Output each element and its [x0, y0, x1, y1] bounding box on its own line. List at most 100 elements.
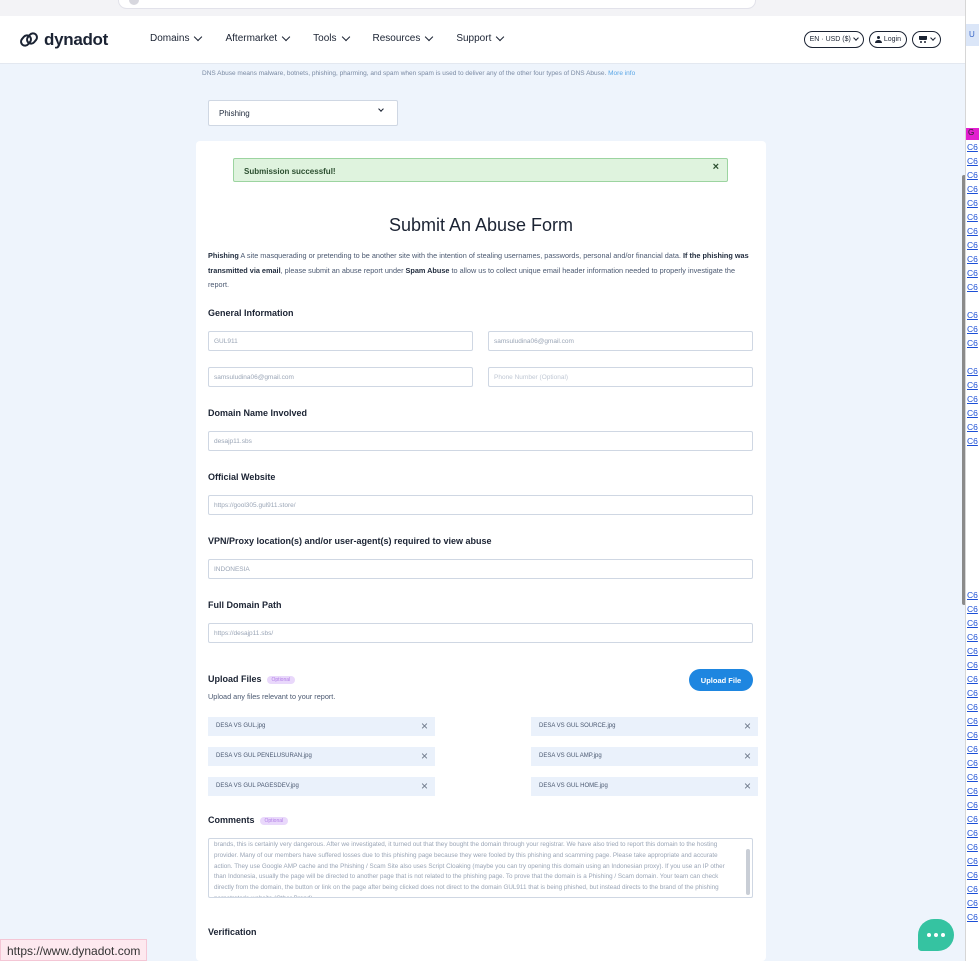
close-icon[interactable]: × [744, 779, 751, 793]
side-panel-link[interactable]: C6 [967, 884, 978, 894]
side-panel-tab[interactable]: U [966, 24, 979, 46]
side-panel-link[interactable]: C6 [967, 870, 978, 880]
side-panel-link[interactable]: C6 [967, 184, 978, 194]
dns-abuse-notice: DNS Abuse means malware, botnets, phishi… [202, 70, 635, 77]
side-panel-link[interactable]: C6 [967, 142, 978, 152]
upload-heading: Upload Files Optional [208, 674, 296, 684]
domain-path-field[interactable]: https://desajp11.sbs/ [208, 623, 753, 643]
chevron-down-icon [378, 106, 384, 112]
chevron-down-icon [930, 35, 936, 41]
phone-field[interactable]: Phone Number (Optional) [488, 367, 753, 387]
side-panel-link[interactable]: C6 [967, 828, 978, 838]
language-currency-button[interactable]: EN · USD ($) [803, 31, 864, 48]
chat-button[interactable] [918, 919, 954, 951]
close-icon[interactable]: × [744, 719, 751, 733]
login-button[interactable]: Login [868, 31, 907, 48]
side-panel-link[interactable]: C6 [967, 436, 978, 446]
side-panel-link[interactable]: C6 [967, 282, 978, 292]
side-panel-link[interactable]: C6 [967, 240, 978, 250]
comments-textarea[interactable]: brands, this is certainly very dangerous… [208, 838, 753, 898]
side-panel-link[interactable]: C6 [967, 380, 978, 390]
name-field[interactable]: GUL911 [208, 331, 473, 351]
upload-label: Upload Files [208, 674, 262, 684]
side-panel-link[interactable]: C6 [967, 422, 978, 432]
nav-tools[interactable]: Tools [313, 32, 350, 44]
side-panel-link[interactable]: C6 [967, 674, 978, 684]
nav-support-label: Support [456, 33, 492, 44]
intro-text-1: A site masquerading or pretending to be … [238, 251, 683, 260]
side-panel-link[interactable]: C6 [967, 800, 978, 810]
file-name: DESA VS GUL AMP.jpg [539, 753, 602, 759]
abuse-form-card: Submission successful! × Submit An Abuse… [196, 141, 766, 961]
notice-text: DNS Abuse means malware, botnets, phishi… [202, 70, 607, 77]
side-panel-link[interactable]: C6 [967, 772, 978, 782]
nav-resources[interactable]: Resources [373, 32, 434, 44]
side-panel-link[interactable]: C6 [967, 268, 978, 278]
alert-text: Submission successful! [244, 167, 336, 176]
nav-domains[interactable]: Domains [150, 32, 203, 44]
close-icon[interactable]: × [421, 749, 428, 763]
abuse-type-select[interactable]: Phishing [208, 100, 398, 126]
side-panel-link[interactable]: C6 [967, 394, 978, 404]
side-panel-link[interactable]: C6 [967, 338, 978, 348]
side-panel-link[interactable]: C6 [967, 814, 978, 824]
close-icon[interactable]: × [421, 779, 428, 793]
side-panel-link[interactable]: C6 [967, 212, 978, 222]
side-panel-link[interactable]: C6 [967, 688, 978, 698]
side-panel-link[interactable]: C6 [967, 660, 978, 670]
vpn-field[interactable]: INDONESIA [208, 559, 753, 579]
nav-support[interactable]: Support [456, 32, 505, 44]
side-panel-link[interactable]: C6 [967, 744, 978, 754]
side-panel-link[interactable]: C6 [967, 310, 978, 320]
side-panel-link[interactable]: C6 [967, 366, 978, 376]
chevron-down-icon [853, 35, 859, 41]
side-panel-link[interactable]: C6 [967, 716, 978, 726]
file-name: DESA VS GUL PENELUSURAN.jpg [216, 753, 312, 759]
main-nav: Domains Aftermarket Tools Resources Supp… [150, 32, 527, 44]
dynadot-logo[interactable]: dynadot [17, 30, 109, 50]
chevron-down-icon [194, 32, 203, 42]
side-panel-link[interactable]: C6 [967, 226, 978, 236]
side-panel-link[interactable]: C6 [967, 170, 978, 180]
side-panel-link[interactable]: C6 [967, 590, 978, 600]
website-field[interactable]: https://gool305.gul911.store/ [208, 495, 753, 515]
browser-address-pill[interactable] [118, 0, 756, 9]
side-panel-link[interactable]: C6 [967, 198, 978, 208]
email-field[interactable]: samsuludina06@gmail.com [488, 331, 753, 351]
side-panel-link[interactable]: C6 [967, 856, 978, 866]
chat-dot-icon [934, 933, 938, 937]
side-panel-link[interactable]: C6 [967, 156, 978, 166]
close-icon[interactable]: × [744, 749, 751, 763]
more-info-link[interactable]: More info [608, 70, 635, 77]
vpn-heading: VPN/Proxy location(s) and/or user-agent(… [208, 536, 492, 546]
logo-text: dynadot [44, 30, 109, 49]
upload-file-button[interactable]: Upload File [689, 669, 753, 691]
email-confirm-field[interactable]: samsuludina06@gmail.com [208, 367, 473, 387]
side-panel-link[interactable]: C6 [967, 898, 978, 908]
side-panel-link[interactable]: C6 [967, 254, 978, 264]
file-chip: DESA VS GUL AMP.jpg × [531, 747, 758, 766]
login-label: Login [883, 36, 901, 43]
side-panel-link[interactable]: C6 [967, 324, 978, 334]
cart-icon [918, 36, 928, 43]
path-heading: Full Domain Path [208, 600, 282, 610]
chevron-down-icon [281, 32, 291, 42]
side-panel-link[interactable]: C6 [967, 618, 978, 628]
side-panel-link[interactable]: C6 [967, 730, 978, 740]
side-panel-link[interactable]: C6 [967, 646, 978, 656]
side-panel-link[interactable]: C6 [967, 604, 978, 614]
side-panel-link[interactable]: C6 [967, 632, 978, 642]
side-panel-link[interactable]: C6 [967, 786, 978, 796]
close-icon[interactable]: × [421, 719, 428, 733]
close-icon[interactable]: × [713, 161, 719, 173]
side-panel-link[interactable]: C6 [967, 912, 978, 922]
cart-button[interactable] [912, 31, 941, 48]
side-panel-link[interactable]: C6 [967, 758, 978, 768]
side-panel-link[interactable]: C6 [967, 408, 978, 418]
domain-field[interactable]: desajp11.sbs [208, 431, 753, 451]
comments-scrollbar[interactable] [746, 849, 750, 895]
side-panel-link[interactable]: C6 [967, 842, 978, 852]
nav-aftermarket[interactable]: Aftermarket [225, 32, 291, 44]
abuse-type-value: Phishing [219, 109, 250, 118]
side-panel-link[interactable]: C6 [967, 702, 978, 712]
